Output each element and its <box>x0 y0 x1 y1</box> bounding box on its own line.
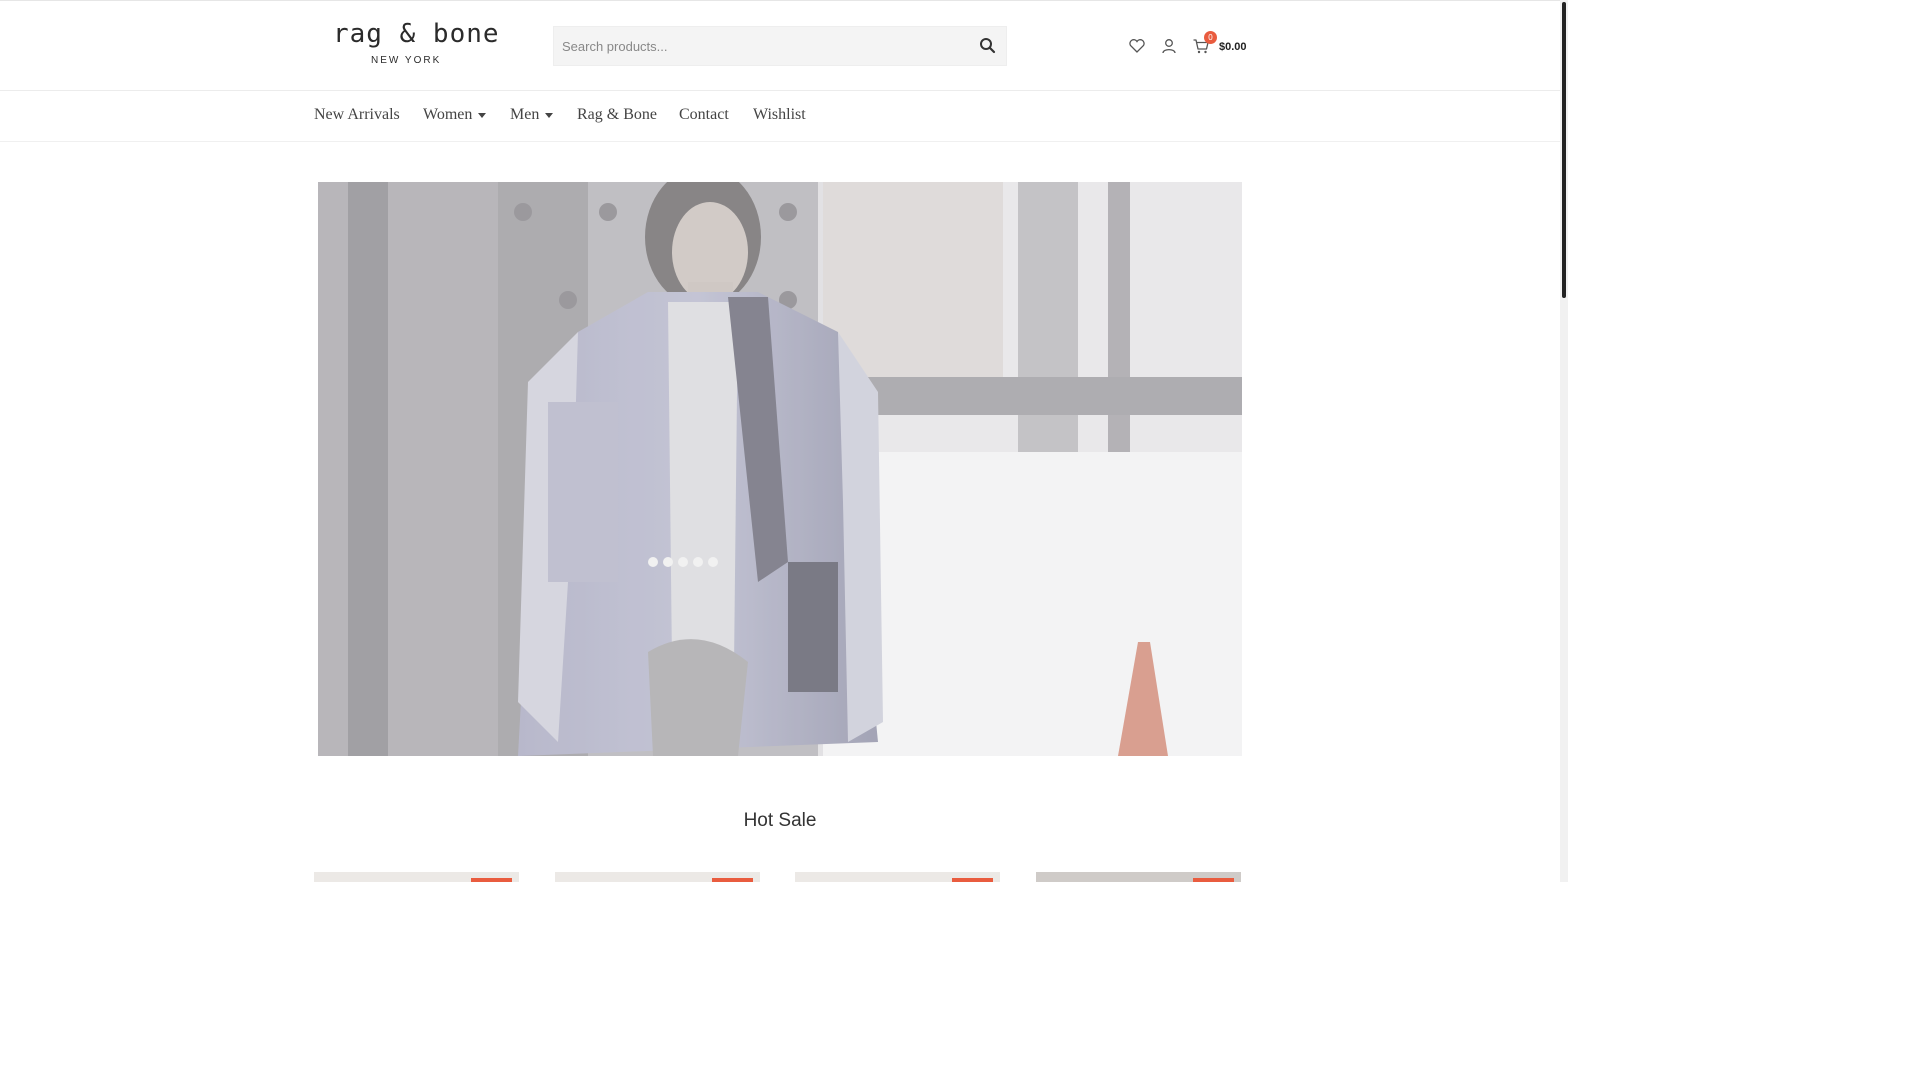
section-title-hot-sale: Hot Sale <box>743 810 817 831</box>
nav-item-rag-bone[interactable]: Rag & Bone <box>577 106 657 124</box>
logo-subtitle: NEW YORK <box>371 55 442 66</box>
cart-count-badge: 0 <box>1204 31 1217 44</box>
nav-item-women[interactable]: Women <box>423 106 487 124</box>
caret-down-icon <box>545 112 554 118</box>
nav-item-new-arrivals[interactable]: New Arrivals <box>314 106 400 124</box>
wishlist-button[interactable] <box>1128 37 1146 55</box>
main-nav: New Arrivals Women Men Rag & Bone Contac… <box>0 90 1560 142</box>
product-card[interactable] <box>795 872 1000 882</box>
search-icon <box>980 38 996 54</box>
nav-item-label: Men <box>510 106 540 123</box>
product-card[interactable] <box>1036 872 1241 882</box>
hero-banner[interactable] <box>318 182 1242 756</box>
hero-image <box>318 182 1242 756</box>
site-header: rag & bone NEW YORK Search products... 0… <box>0 1 1560 91</box>
product-card[interactable] <box>314 872 519 882</box>
wishlist-heart-icon <box>1129 39 1145 53</box>
nav-item-contact[interactable]: Contact <box>679 106 729 124</box>
cart-total[interactable]: $0.00 <box>1219 41 1247 53</box>
page: rag & bone NEW YORK Search products... 0… <box>0 0 1568 882</box>
sale-badge <box>712 878 753 882</box>
product-card[interactable] <box>555 872 760 882</box>
nav-item-wishlist[interactable]: Wishlist <box>753 106 806 124</box>
search-input[interactable] <box>562 27 962 65</box>
logo-wordmark: rag & bone <box>333 19 500 49</box>
nav-item-label: Wishlist <box>753 106 806 123</box>
account-button[interactable] <box>1160 37 1178 55</box>
search-bar <box>553 26 1007 66</box>
caret-down-icon <box>478 112 487 118</box>
nav-item-label: New Arrivals <box>314 106 400 123</box>
sale-badge <box>952 878 993 882</box>
sale-badge <box>1193 878 1234 882</box>
scrollbar-thumb[interactable] <box>1562 2 1566 298</box>
brand-logo[interactable]: rag & bone NEW YORK <box>333 19 503 71</box>
nav-item-label: Women <box>423 106 473 123</box>
search-button[interactable] <box>978 36 998 56</box>
nav-item-men[interactable]: Men <box>510 106 554 124</box>
user-account-icon <box>1162 39 1176 54</box>
nav-item-label: Contact <box>679 106 729 123</box>
nav-item-label: Rag & Bone <box>577 106 657 123</box>
sale-badge <box>471 878 512 882</box>
